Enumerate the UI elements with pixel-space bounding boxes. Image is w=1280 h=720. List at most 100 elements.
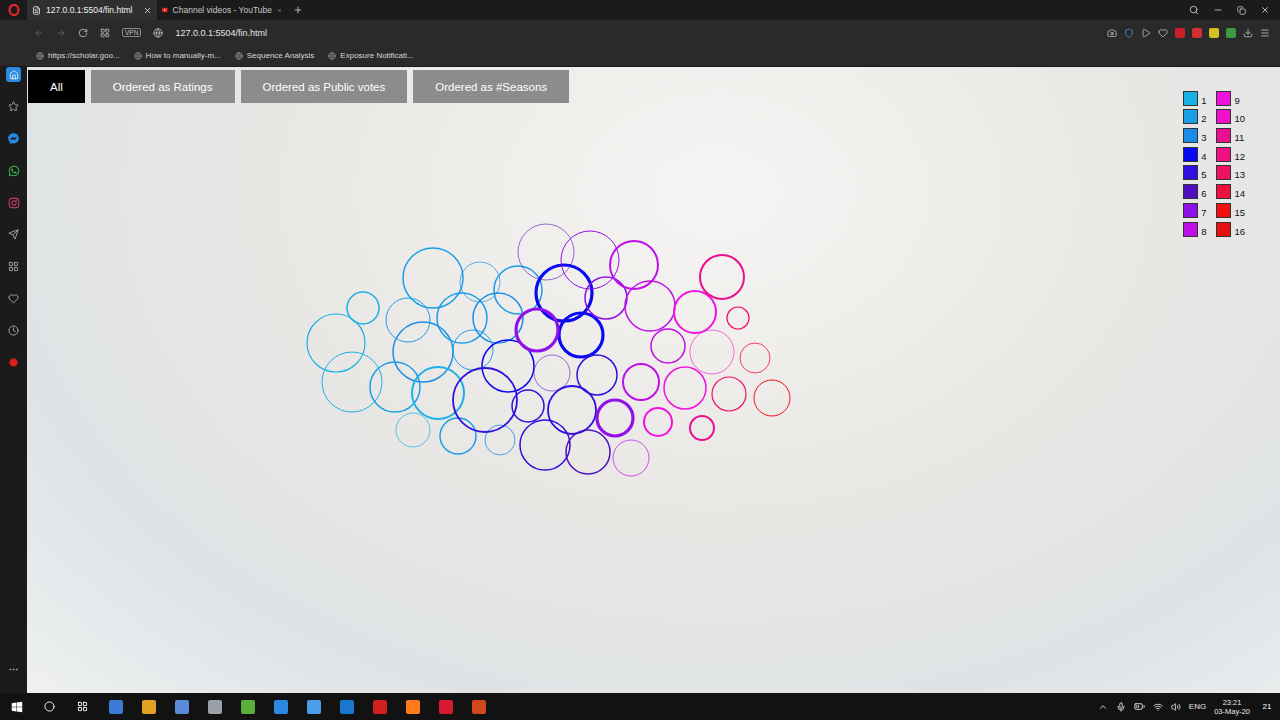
site-info-icon[interactable] [153, 28, 163, 38]
bubble[interactable] [690, 330, 734, 374]
new-tab-icon[interactable] [293, 5, 303, 15]
bubble[interactable] [613, 440, 649, 476]
vpn-badge[interactable]: VPN [122, 28, 141, 37]
sidebar-item[interactable] [6, 163, 21, 178]
extension-icon[interactable] [1175, 28, 1185, 38]
bubble[interactable] [664, 367, 706, 409]
taskbar-app[interactable] [363, 693, 396, 720]
task-view-button[interactable] [66, 693, 99, 720]
restore-icon[interactable] [1237, 6, 1246, 15]
sidebar-item[interactable] [6, 131, 21, 146]
forward-icon[interactable] [56, 28, 66, 38]
bubble[interactable] [453, 330, 493, 370]
wifi-icon[interactable] [1153, 702, 1163, 712]
bubble[interactable] [440, 418, 476, 454]
bubble[interactable] [453, 368, 517, 432]
bookmark[interactable]: Exposure Notificati... [328, 51, 413, 60]
bubble[interactable] [561, 231, 619, 289]
bubble[interactable] [651, 329, 685, 363]
bubble[interactable] [412, 367, 464, 419]
bubble[interactable] [740, 343, 770, 373]
snapshot-icon[interactable] [1107, 28, 1117, 38]
taskbar-app[interactable] [198, 693, 231, 720]
bubble[interactable] [347, 292, 379, 324]
bubble[interactable] [548, 386, 596, 434]
filter-button[interactable]: Ordered as Public votes [241, 70, 408, 103]
sidebar-item[interactable] [6, 195, 21, 210]
bubble[interactable] [644, 408, 672, 436]
bookmark[interactable]: How to manually-m... [134, 51, 221, 60]
bubble[interactable] [403, 248, 463, 308]
url-field[interactable]: 127.0.0.1:5504/fin.html [175, 28, 267, 38]
download-icon[interactable] [1243, 28, 1253, 38]
close-tab-icon[interactable] [277, 6, 282, 15]
bubble[interactable] [518, 224, 574, 280]
bubble[interactable] [597, 400, 633, 436]
bubble[interactable] [322, 352, 382, 412]
bubble[interactable] [712, 377, 746, 411]
sidebar-item[interactable] [6, 662, 21, 677]
filter-button[interactable]: Ordered as Ratings [91, 70, 235, 103]
player-icon[interactable] [1141, 28, 1151, 38]
bubble[interactable] [437, 293, 487, 343]
taskbar-app[interactable] [264, 693, 297, 720]
taskbar-app[interactable] [132, 693, 165, 720]
bubble[interactable] [727, 307, 749, 329]
bubble[interactable] [559, 313, 603, 357]
sidebar-item[interactable] [6, 323, 21, 338]
bubble[interactable] [485, 425, 515, 455]
opera-icon[interactable] [8, 4, 20, 16]
bubble[interactable] [494, 266, 542, 314]
bubble[interactable] [393, 322, 453, 382]
minimize-icon[interactable] [1213, 5, 1223, 15]
taskbar-app[interactable] [297, 693, 330, 720]
mic-icon[interactable] [1116, 702, 1126, 712]
sidebar-item[interactable] [6, 291, 21, 306]
menu-icon[interactable] [1260, 28, 1270, 38]
chevron-icon[interactable] [1098, 702, 1108, 712]
bubble[interactable] [625, 281, 675, 331]
bubble[interactable] [396, 413, 430, 447]
filter-button[interactable]: All [28, 70, 85, 103]
start-button[interactable] [0, 693, 33, 720]
bubble[interactable] [674, 291, 716, 333]
taskbar-app[interactable] [330, 693, 363, 720]
bubble[interactable] [460, 262, 500, 302]
sidebar-item[interactable] [6, 99, 21, 114]
bookmark-heart-icon[interactable] [1158, 28, 1168, 38]
bubble[interactable] [536, 265, 592, 321]
bubble[interactable] [566, 430, 610, 474]
battery-icon[interactable] [1134, 701, 1145, 712]
sidebar-item[interactable] [6, 355, 21, 370]
bubble[interactable] [370, 362, 420, 412]
sidebar-item[interactable] [6, 259, 21, 274]
bubble[interactable] [473, 293, 523, 343]
bubble[interactable] [386, 298, 430, 342]
bubble[interactable] [577, 355, 617, 395]
bubble[interactable] [610, 241, 658, 289]
bubble[interactable] [534, 355, 570, 391]
bubble[interactable] [623, 364, 659, 400]
taskbar-app[interactable] [396, 693, 429, 720]
extension-icon[interactable] [1192, 28, 1202, 38]
taskbar-app[interactable] [165, 693, 198, 720]
bubble[interactable] [754, 380, 790, 416]
opera-logo[interactable] [0, 4, 27, 16]
bubble[interactable] [700, 255, 744, 299]
shield-icon[interactable] [1124, 28, 1134, 38]
search-icon[interactable] [1189, 5, 1199, 15]
close-tab-icon[interactable] [143, 6, 152, 15]
bubble[interactable] [482, 340, 534, 392]
back-icon[interactable] [34, 28, 44, 38]
bookmark[interactable]: https://scholar.goo... [36, 51, 120, 60]
bubble[interactable] [520, 420, 570, 470]
bubble[interactable] [512, 390, 544, 422]
clock[interactable]: 23:2103-May-20 [1214, 698, 1250, 716]
filter-button[interactable]: Ordered as #Seasons [413, 70, 569, 103]
notification-count[interactable]: 21 [1258, 701, 1276, 712]
language-indicator[interactable]: ENG [1189, 702, 1206, 711]
bubble[interactable] [690, 416, 714, 440]
taskbar-app[interactable] [429, 693, 462, 720]
bookmark[interactable]: Sequence Analysis [235, 51, 315, 60]
taskbar-app[interactable] [231, 693, 264, 720]
